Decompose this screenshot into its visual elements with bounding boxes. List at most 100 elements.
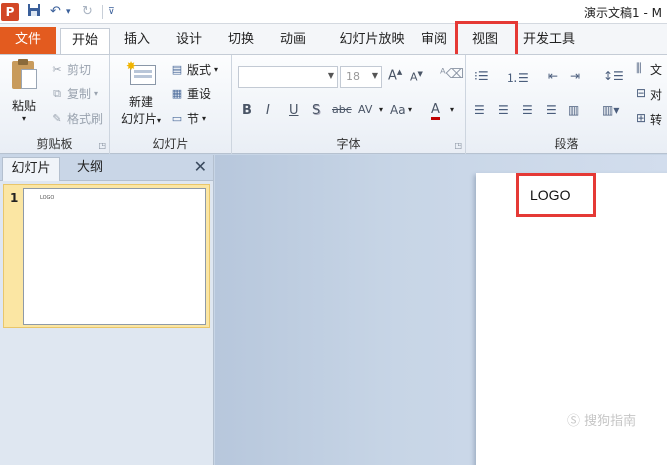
- line-spacing-icon[interactable]: ↕☰: [603, 69, 624, 83]
- pane-tabs: 幻灯片 大纲 ✕: [0, 155, 213, 181]
- new-slide-label-line1: 新建: [128, 95, 153, 109]
- clipboard-group-label: 剪贴板: [36, 137, 73, 151]
- align-text-label: 对: [650, 88, 663, 102]
- title-bar: P ↶ ▾ ↻ ⊽ 演示文稿1 - M: [0, 0, 667, 24]
- columns-icon[interactable]: ▥▾: [602, 103, 619, 117]
- convert-smartart-icon[interactable]: ⊞: [636, 111, 646, 125]
- italic-button[interactable]: I: [266, 103, 270, 118]
- new-slide-icon: ✸: [126, 59, 156, 87]
- tab-animations[interactable]: 动画: [271, 28, 315, 54]
- font-color-dropdown-icon[interactable]: ▾: [450, 105, 454, 114]
- tab-outline-pane[interactable]: 大纲: [62, 157, 118, 181]
- layout-label: 版式: [187, 63, 212, 77]
- distributed-icon[interactable]: ▥: [568, 103, 579, 117]
- cut-button[interactable]: ✂ 剪切: [50, 61, 91, 78]
- slide-thumbnail[interactable]: LOGO: [23, 188, 206, 325]
- format-painter-label: 格式刷: [67, 112, 104, 126]
- powerpoint-app-icon[interactable]: P: [1, 3, 19, 21]
- logo-highlight-box: [516, 173, 596, 217]
- layout-button[interactable]: ▤ 版式 ▾: [170, 61, 218, 78]
- save-icon[interactable]: [27, 3, 41, 21]
- underline-button[interactable]: U: [289, 103, 299, 118]
- align-left-icon[interactable]: ☰: [474, 103, 485, 117]
- copy-icon: ⧉: [53, 86, 61, 100]
- paste-icon: [9, 59, 39, 91]
- quick-access-divider: [102, 5, 103, 19]
- undo-dropdown-icon[interactable]: ▾: [66, 3, 71, 21]
- increase-indent-icon[interactable]: ⇥: [570, 69, 580, 83]
- decrease-indent-icon[interactable]: ⇤: [548, 69, 558, 83]
- redo-icon[interactable]: ↻: [82, 3, 93, 21]
- strikethrough-button[interactable]: abc: [332, 103, 352, 116]
- grow-font-icon[interactable]: A▲: [388, 68, 402, 83]
- font-name-combo[interactable]: ▼: [238, 66, 338, 88]
- character-spacing-dropdown-icon[interactable]: ▾: [379, 105, 383, 114]
- tab-developer[interactable]: 开发工具: [516, 28, 582, 54]
- change-case-button[interactable]: Aa: [390, 103, 406, 117]
- tab-slide-show[interactable]: 幻灯片放映: [325, 28, 419, 54]
- font-color-button[interactable]: A: [431, 103, 440, 120]
- thumbnail-logo-text: LOGO: [40, 195, 55, 201]
- clipboard-group: 粘贴 ▾ ✂ 剪切 ⧉ 复制 ▾ ✎ 格式刷 剪贴板 ◳: [0, 55, 110, 154]
- align-center-icon[interactable]: ☰: [498, 103, 509, 117]
- reset-icon: ▦: [171, 86, 183, 100]
- reset-label: 重设: [187, 87, 212, 101]
- align-right-icon[interactable]: ☰: [522, 103, 533, 117]
- font-group: ▼ 18 ▼ A▲ A▼ ᴬ⌫ B I U S abc AV ▾ Aa ▾ A …: [232, 55, 466, 154]
- tab-file[interactable]: 文件: [0, 27, 56, 54]
- customize-quick-access-icon[interactable]: ⊽: [108, 3, 115, 21]
- bullets-icon[interactable]: ⁝☰: [474, 69, 489, 83]
- section-label: 节: [187, 112, 200, 126]
- tab-home[interactable]: 开始: [60, 28, 110, 54]
- copy-button[interactable]: ⧉ 复制 ▾: [50, 85, 98, 102]
- paste-button[interactable]: 粘贴 ▾: [4, 59, 44, 123]
- font-name-dropdown-icon[interactable]: ▼: [328, 71, 334, 80]
- convert-smartart-label: 转: [650, 113, 663, 127]
- copy-dropdown-icon[interactable]: ▾: [94, 89, 98, 98]
- section-dropdown-icon[interactable]: ▾: [202, 114, 206, 123]
- brush-icon: ✎: [52, 111, 62, 125]
- align-text-icon[interactable]: ⊟: [636, 86, 646, 100]
- numbering-icon[interactable]: ⒈☰: [506, 69, 529, 86]
- close-pane-icon[interactable]: ✕: [194, 157, 207, 177]
- slides-group: ✸ 新建 幻灯片▾ ▤ 版式 ▾ ▦ 重设 ▭ 节 ▾ 幻灯片: [110, 55, 232, 154]
- paragraph-group-label: 段落: [554, 137, 579, 151]
- text-direction-label: 文: [650, 63, 663, 77]
- new-slide-button[interactable]: ✸ 新建 幻灯片▾: [116, 59, 166, 127]
- character-spacing-button[interactable]: AV: [358, 103, 372, 116]
- undo-icon[interactable]: ↶: [50, 3, 61, 21]
- font-size-combo[interactable]: 18 ▼: [340, 66, 382, 88]
- format-painter-button[interactable]: ✎ 格式刷: [50, 110, 103, 127]
- ribbon-tab-bar: 文件 开始 插入 设计 切换 动画 幻灯片放映 审阅 视图 开发工具: [0, 24, 667, 54]
- clear-formatting-icon[interactable]: ᴬ⌫: [440, 67, 464, 82]
- scissors-icon: ✂: [52, 62, 62, 76]
- tab-design[interactable]: 设计: [167, 28, 211, 54]
- tab-review[interactable]: 审阅: [412, 28, 456, 54]
- new-slide-label-line2: 幻灯片: [120, 112, 157, 126]
- paste-dropdown-icon[interactable]: ▾: [4, 114, 44, 123]
- cut-label: 剪切: [67, 63, 92, 77]
- section-button[interactable]: ▭ 节 ▾: [170, 110, 206, 127]
- reset-button[interactable]: ▦ 重设: [170, 85, 211, 102]
- font-dialog-launcher-icon[interactable]: ◳: [454, 141, 462, 150]
- ribbon-home: 粘贴 ▾ ✂ 剪切 ⧉ 复制 ▾ ✎ 格式刷 剪贴板 ◳ ✸ 新建 幻灯片▾ ▤…: [0, 54, 667, 154]
- font-group-label: 字体: [336, 137, 361, 151]
- tab-transitions[interactable]: 切换: [219, 28, 263, 54]
- window-title: 演示文稿1 - M: [584, 6, 662, 20]
- bold-button[interactable]: B: [242, 103, 252, 118]
- font-size-dropdown-icon[interactable]: ▼: [372, 71, 378, 80]
- tab-insert[interactable]: 插入: [115, 28, 159, 54]
- slide-thumbnail-item[interactable]: 1 LOGO: [3, 184, 210, 328]
- watermark: Ⓢ 搜狗指南: [567, 414, 637, 429]
- font-size-value: 18: [346, 70, 360, 83]
- text-direction-icon[interactable]: ⫼: [636, 61, 642, 76]
- tab-slides-pane[interactable]: 幻灯片: [2, 157, 60, 181]
- change-case-dropdown-icon[interactable]: ▾: [408, 105, 412, 114]
- justify-icon[interactable]: ☰: [546, 103, 557, 117]
- shrink-font-icon[interactable]: A▼: [410, 70, 423, 84]
- new-slide-dropdown-icon[interactable]: ▾: [157, 116, 161, 125]
- shadow-button[interactable]: S: [312, 103, 320, 118]
- paragraph-group: ⁝☰ ⒈☰ ⇤ ⇥ ↕☰ ⫼ 文 ☰ ☰ ☰ ☰ ▥ ▥▾ ⊟ 对 ⊞ 转 段落: [466, 55, 667, 154]
- layout-dropdown-icon[interactable]: ▾: [214, 65, 218, 74]
- clipboard-dialog-launcher-icon[interactable]: ◳: [98, 141, 106, 150]
